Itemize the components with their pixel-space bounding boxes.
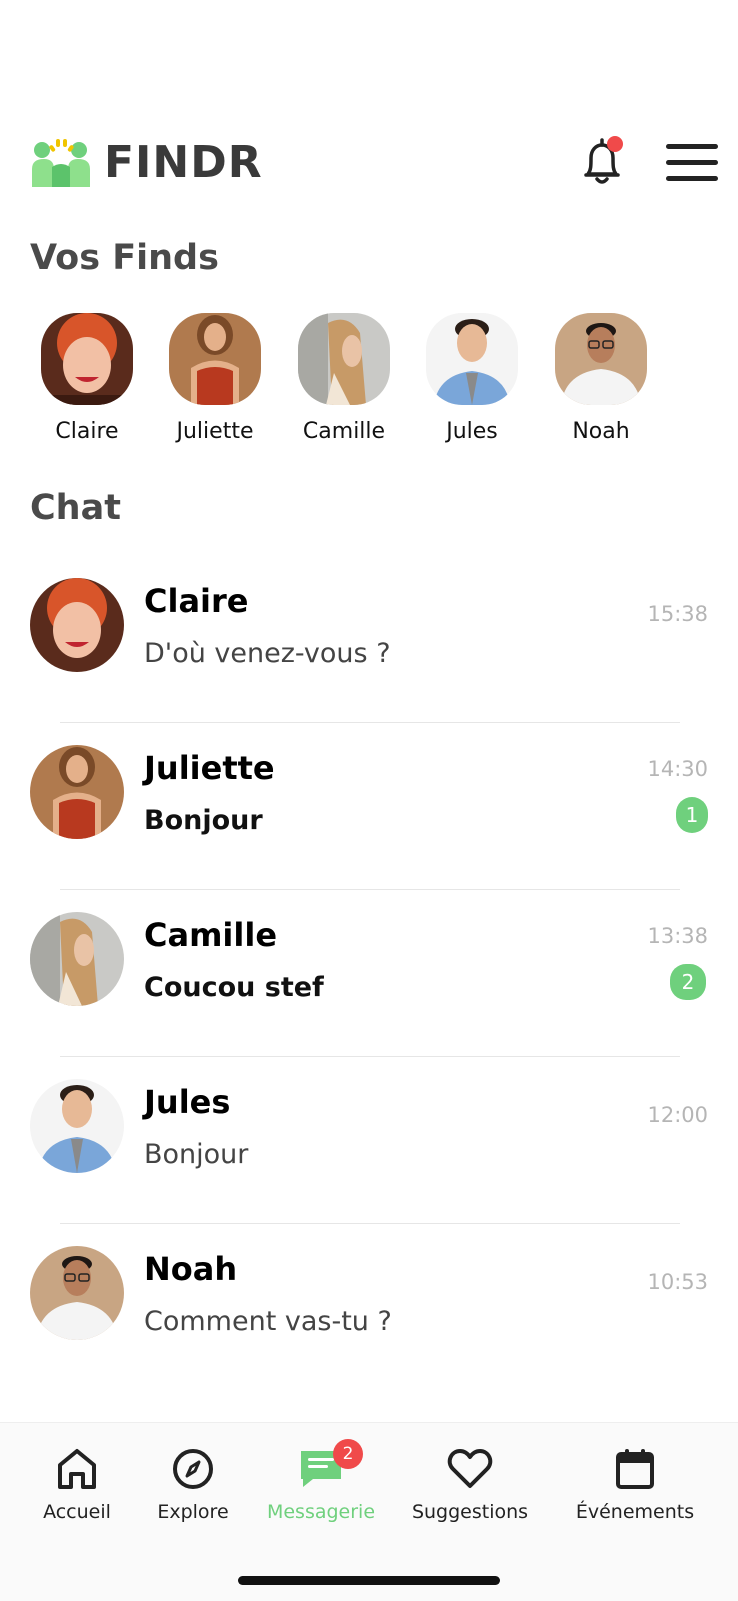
message-time: 15:38 <box>647 602 708 626</box>
home-icon <box>58 1449 96 1489</box>
chat-row-claire[interactable]: Claire D'où venez-vous ? 15:38 <box>0 556 738 723</box>
nav-label: Accueil <box>43 1501 111 1523</box>
nav-label: Événements <box>575 1501 695 1523</box>
find-item-noah[interactable]: Noah <box>546 313 656 444</box>
find-name: Jules <box>446 419 498 444</box>
calendar-icon <box>616 1449 654 1489</box>
nav-label: Suggestions <box>411 1501 529 1523</box>
find-item-camille[interactable]: Camille <box>289 313 399 444</box>
last-message: Coucou stef <box>144 972 324 1003</box>
last-message: Bonjour <box>144 1139 249 1170</box>
nav-accueil[interactable]: Accueil <box>36 1445 118 1523</box>
notifications-button[interactable] <box>580 136 626 188</box>
contact-name: Camille <box>144 916 278 954</box>
find-name: Noah <box>572 419 630 444</box>
find-name: Juliette <box>176 419 254 444</box>
chat-row-camille[interactable]: Camille Coucou stef 13:38 2 <box>0 890 738 1057</box>
hamburger-menu-icon <box>666 144 718 181</box>
contact-name: Jules <box>144 1083 231 1121</box>
contact-name: Juliette <box>144 749 275 787</box>
notification-dot <box>607 136 623 152</box>
chat-row-jules[interactable]: Jules Bonjour 12:00 <box>0 1057 738 1224</box>
message-time: 12:00 <box>647 1103 708 1127</box>
chat-title: Chat <box>30 488 121 528</box>
home-indicator[interactable] <box>238 1576 500 1585</box>
heart-icon <box>447 1449 493 1488</box>
last-message: D'où venez-vous ? <box>144 638 391 669</box>
messages-badge: 2 <box>333 1439 363 1469</box>
nav-evenements[interactable]: Événements <box>568 1445 702 1523</box>
bottom-nav: Accueil Explore 2 Messagerie Suggestions… <box>0 1422 738 1601</box>
avatar <box>298 313 390 405</box>
avatar <box>30 912 124 1006</box>
find-name: Camille <box>302 419 386 444</box>
nav-suggestions[interactable]: Suggestions <box>405 1445 535 1523</box>
chat-row-noah[interactable]: Noah Comment vas-tu ? 10:53 <box>0 1224 738 1391</box>
nav-messagerie[interactable]: 2 Messagerie <box>260 1439 382 1523</box>
avatar <box>30 1246 124 1340</box>
last-message: Comment vas-tu ? <box>144 1306 392 1337</box>
avatar <box>30 1079 124 1173</box>
avatar <box>30 578 124 672</box>
avatar <box>169 313 261 405</box>
find-item-jules[interactable]: Jules <box>417 313 527 444</box>
nav-label: Messagerie <box>266 1501 376 1523</box>
chat-row-juliette[interactable]: Juliette Bonjour 14:30 1 <box>0 723 738 890</box>
menu-button[interactable] <box>666 144 720 182</box>
contact-name: Noah <box>144 1250 238 1288</box>
unread-badge: 1 <box>676 797 708 833</box>
bell-icon <box>584 136 623 184</box>
avatar <box>41 313 133 405</box>
nav-label: Explore <box>157 1501 229 1523</box>
findr-logo[interactable]: FINDR <box>30 136 263 188</box>
last-message: Bonjour <box>144 805 263 836</box>
find-item-claire[interactable]: Claire <box>32 313 142 444</box>
avatar <box>30 745 124 839</box>
message-time: 13:38 <box>647 924 708 948</box>
contact-name: Claire <box>144 582 249 620</box>
avatar <box>555 313 647 405</box>
unread-badge: 2 <box>670 964 706 1000</box>
find-item-juliette[interactable]: Juliette <box>160 313 270 444</box>
brand-name: FINDR <box>104 136 263 188</box>
compass-icon <box>173 1449 213 1489</box>
nav-explore[interactable]: Explore <box>145 1445 241 1523</box>
message-time: 14:30 <box>647 757 708 781</box>
message-time: 10:53 <box>647 1270 708 1294</box>
finds-title: Vos Finds <box>30 238 219 278</box>
findr-logo-icon <box>30 137 92 187</box>
avatar <box>426 313 518 405</box>
find-name: Claire <box>55 419 119 444</box>
